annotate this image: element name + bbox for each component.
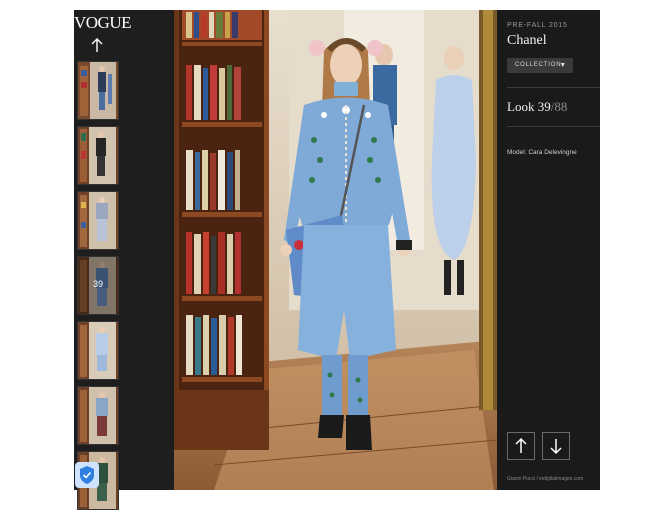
look-thumbnail[interactable]: [77, 126, 119, 185]
scroll-up-icon[interactable]: [90, 36, 104, 54]
caret-down-icon: ▼: [559, 62, 567, 69]
look-thumbnail-current[interactable]: 39: [77, 256, 119, 315]
runway-look-photo[interactable]: [174, 10, 497, 490]
look-thumbnail[interactable]: [77, 61, 119, 120]
look-thumbnail[interactable]: [77, 386, 119, 445]
photo-credit: Gianni Pucci / indigitalimages.com: [507, 476, 584, 482]
look-total: /88: [550, 99, 568, 114]
thumbnail-rail: VOGUE 39: [74, 10, 174, 510]
shield-icon: [80, 466, 94, 484]
collection-dropdown-label: COLLECTION: [515, 62, 562, 68]
look-prefix: Look: [507, 99, 538, 114]
vogue-logo[interactable]: VOGUE: [74, 13, 132, 33]
thumbnail-list: 39: [77, 61, 119, 516]
previous-look-button[interactable]: [507, 432, 535, 460]
designer-name[interactable]: Chanel: [507, 33, 547, 49]
app-window: VOGUE 39 PRE-FALL 2015 Chanel COLLECTION…: [74, 10, 600, 510]
arrow-up-icon: [515, 437, 527, 453]
security-extension-badge[interactable]: [75, 462, 99, 488]
divider: [507, 126, 600, 127]
divider: [507, 87, 600, 88]
season-label: PRE-FALL 2015: [507, 22, 568, 29]
model-credit: Model: Cara Delevingne: [507, 149, 577, 156]
look-counter: Look 39/88: [507, 99, 567, 115]
look-thumbnail[interactable]: [77, 191, 119, 250]
look-thumbnail[interactable]: [77, 321, 119, 380]
collection-dropdown[interactable]: COLLECTION ▼: [507, 58, 573, 73]
look-info-panel: PRE-FALL 2015 Chanel COLLECTION ▼ Look 3…: [497, 10, 600, 490]
current-look-number: 39: [92, 279, 103, 289]
next-look-button[interactable]: [542, 432, 570, 460]
look-current-number: 39: [537, 99, 551, 114]
arrow-down-icon: [550, 439, 562, 455]
